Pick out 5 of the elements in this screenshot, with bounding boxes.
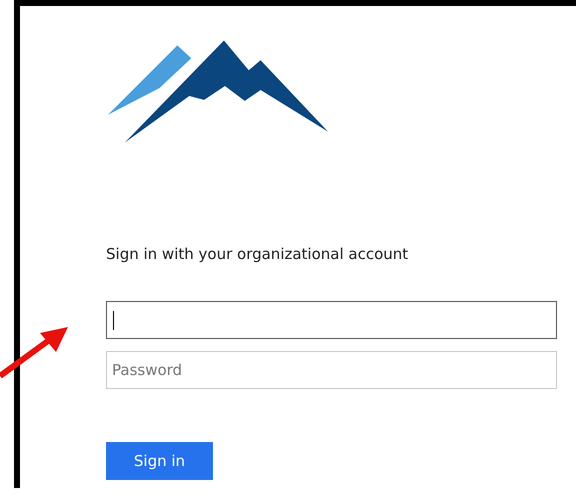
sign-in-heading: Sign in with your organizational account (106, 245, 408, 263)
username-field[interactable] (106, 301, 557, 339)
sign-in-button[interactable]: Sign in (106, 442, 213, 480)
pointer-arrow (0, 326, 70, 378)
password-field[interactable]: Password (106, 351, 557, 389)
